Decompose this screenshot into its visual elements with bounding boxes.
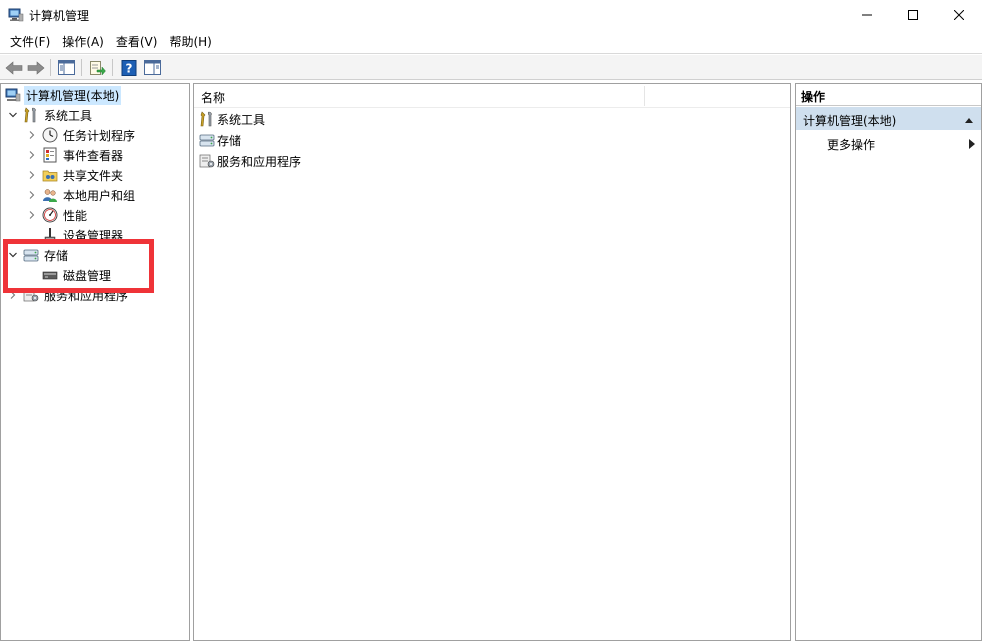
list-item-label: 存储 xyxy=(217,133,242,148)
tree-label-services-apps: 服务和应用程序 xyxy=(44,288,129,303)
list-item-label: 服务和应用程序 xyxy=(217,154,302,169)
tools-icon xyxy=(199,111,215,127)
tree-item-system-tools[interactable]: 系统工具 xyxy=(7,105,94,125)
services-icon xyxy=(23,287,39,303)
export-list-icon xyxy=(90,60,106,76)
export-list-button[interactable] xyxy=(88,58,107,77)
toolbar-separator xyxy=(50,59,51,76)
tree-item-services-apps[interactable]: 服务和应用程序 xyxy=(7,285,130,305)
computer-management-icon xyxy=(5,87,21,103)
device-manager-icon xyxy=(42,227,58,243)
tree-label-root: 计算机管理(本地) xyxy=(24,85,122,105)
window-title: 计算机管理 xyxy=(29,9,90,23)
computer-management-icon xyxy=(8,7,24,23)
menu-bar: 文件(F) 操作(A) 查看(V) 帮助(H) xyxy=(0,30,982,54)
users-icon xyxy=(42,187,58,203)
tree-item-task-scheduler[interactable]: 任务计划程序 xyxy=(26,125,137,145)
back-button[interactable] xyxy=(4,58,23,77)
chevron-right-icon[interactable] xyxy=(26,189,38,201)
clock-icon xyxy=(42,127,58,143)
console-tree-icon xyxy=(58,60,75,75)
maximize-button[interactable] xyxy=(890,0,936,30)
tree-label-disk-management: 磁盘管理 xyxy=(63,268,112,283)
chevron-right-icon[interactable] xyxy=(26,169,38,181)
tree-label-system-tools: 系统工具 xyxy=(44,108,93,123)
actions-pane: 操作 计算机管理(本地) 更多操作 xyxy=(795,83,982,641)
column-divider[interactable] xyxy=(644,86,645,106)
chevron-right-icon[interactable] xyxy=(7,289,19,301)
chevron-right-icon[interactable] xyxy=(26,129,38,141)
svg-text:?: ? xyxy=(125,61,132,75)
tree-label-task-scheduler: 任务计划程序 xyxy=(63,128,136,143)
submenu-arrow-icon xyxy=(969,138,975,152)
forward-arrow-icon xyxy=(27,60,44,75)
storage-icon xyxy=(23,247,39,263)
more-actions-label: 更多操作 xyxy=(827,138,876,152)
list-item[interactable]: 系统工具 xyxy=(199,109,265,129)
help-icon: ? xyxy=(121,59,136,76)
help-button[interactable]: ? xyxy=(119,58,138,77)
tools-icon xyxy=(23,107,39,123)
menu-help[interactable]: 帮助(H) xyxy=(163,32,217,52)
chevron-right-icon[interactable] xyxy=(26,209,38,221)
column-header: 名称 xyxy=(194,84,790,108)
storage-icon xyxy=(199,132,215,148)
list-item-label: 系统工具 xyxy=(217,112,266,127)
title-bar: 计算机管理 xyxy=(0,0,982,30)
forward-button[interactable] xyxy=(26,58,45,77)
close-button[interactable] xyxy=(936,0,982,30)
list-item[interactable]: 存储 xyxy=(199,130,241,150)
actions-section-title: 计算机管理(本地) xyxy=(803,114,897,128)
tree-label-performance: 性能 xyxy=(63,208,88,223)
services-icon xyxy=(199,153,215,169)
disk-icon xyxy=(42,267,58,283)
more-actions-item[interactable]: 更多操作 xyxy=(796,132,981,154)
console-tree-pane: 计算机管理(本地) 系统工具 任务计划程序 事件查看器 共享文件夹 本地用户和组… xyxy=(0,83,190,641)
results-pane: 名称 系统工具 存储 服务和应用程序 xyxy=(193,83,791,641)
tree-item-disk-management[interactable]: 磁盘管理 xyxy=(42,265,113,285)
shared-folder-icon xyxy=(42,167,58,183)
chevron-down-icon[interactable] xyxy=(7,249,19,261)
show-hide-console-tree-button[interactable] xyxy=(57,58,76,77)
menu-action[interactable]: 操作(A) xyxy=(56,32,110,52)
actions-header: 操作 xyxy=(796,84,981,106)
tree-label-shared-folders: 共享文件夹 xyxy=(63,168,124,183)
tree-label-local-users: 本地用户和组 xyxy=(63,188,136,203)
tree-item-event-viewer[interactable]: 事件查看器 xyxy=(26,145,125,165)
tree-item-performance[interactable]: 性能 xyxy=(26,205,89,225)
event-viewer-icon xyxy=(42,147,58,163)
tree-item-device-manager[interactable]: 设备管理器 xyxy=(42,225,125,245)
actions-section-header[interactable]: 计算机管理(本地) xyxy=(796,107,981,130)
minimize-button[interactable] xyxy=(844,0,890,30)
tree-label-event-viewer: 事件查看器 xyxy=(63,148,124,163)
chevron-right-icon[interactable] xyxy=(26,149,38,161)
menu-view[interactable]: 查看(V) xyxy=(110,32,164,52)
list-item[interactable]: 服务和应用程序 xyxy=(199,151,301,171)
toolbar-separator xyxy=(81,59,82,76)
tree-item-root[interactable]: 计算机管理(本地) xyxy=(5,85,122,105)
tree-item-shared-folders[interactable]: 共享文件夹 xyxy=(26,165,125,185)
tree-label-storage: 存储 xyxy=(44,248,69,263)
menu-file[interactable]: 文件(F) xyxy=(4,32,56,52)
show-hide-action-pane-button[interactable] xyxy=(143,58,162,77)
toolbar-separator xyxy=(112,59,113,76)
action-pane-icon xyxy=(144,60,161,75)
toolbar: ? xyxy=(0,55,982,80)
actions-title: 操作 xyxy=(801,90,826,104)
back-arrow-icon xyxy=(5,60,22,75)
tree-label-device-manager: 设备管理器 xyxy=(63,228,124,243)
performance-icon xyxy=(42,207,58,223)
column-header-name[interactable]: 名称 xyxy=(201,89,225,106)
tree-item-storage[interactable]: 存储 xyxy=(7,245,70,265)
chevron-down-icon[interactable] xyxy=(7,109,19,121)
collapse-up-icon[interactable] xyxy=(964,113,974,127)
tree-item-local-users[interactable]: 本地用户和组 xyxy=(26,185,137,205)
